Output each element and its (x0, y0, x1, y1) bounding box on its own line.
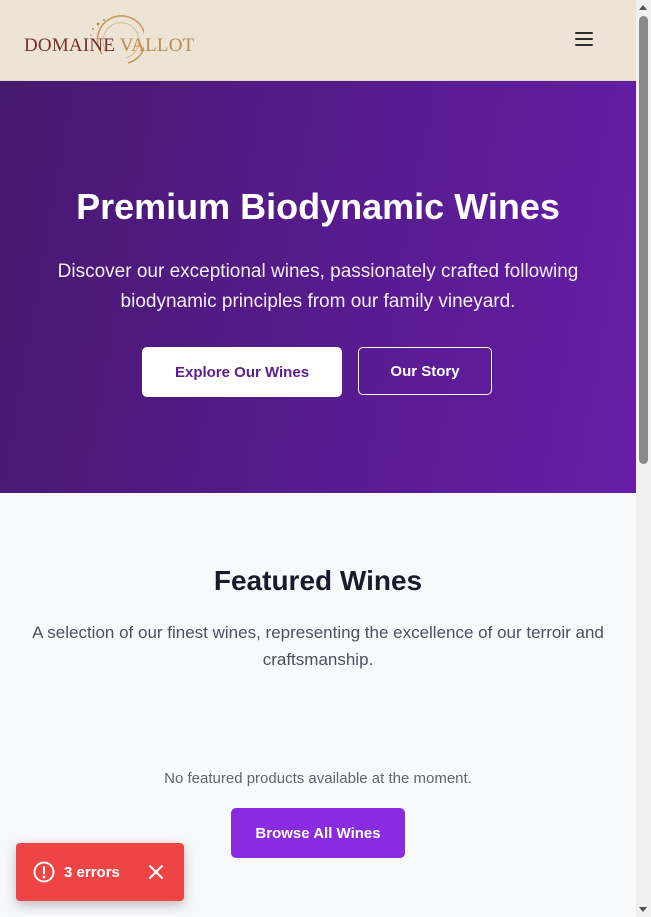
site-header: DOMAINE VALLOT (0, 0, 636, 81)
logo-word-vallot: VALLOT (119, 35, 195, 56)
hero-section: Premium Biodynamic Wines Discover our ex… (0, 81, 636, 493)
hero-subtitle: Discover our exceptional wines, passiona… (57, 261, 579, 312)
hero-title: Premium Biodynamic Wines (76, 186, 560, 227)
alert-circle-icon (33, 861, 55, 883)
hamburger-menu-icon[interactable] (570, 26, 598, 52)
featured-description: A selection of our finest wines, represe… (32, 623, 604, 669)
logo[interactable]: DOMAINE VALLOT (24, 14, 194, 68)
our-story-button[interactable]: Our Story (358, 347, 492, 395)
error-toast[interactable]: 3 errors (16, 843, 184, 901)
page: DOMAINE VALLOT Premium Biodynamic Wines … (0, 0, 636, 917)
logo-text: DOMAINE VALLOT (24, 35, 194, 57)
empty-products-message: No featured products available at the mo… (164, 770, 472, 787)
scrollbar-thumb[interactable] (639, 16, 648, 464)
scroll-up-arrow-icon[interactable] (639, 5, 647, 10)
scroll-down-arrow-icon[interactable] (639, 907, 647, 912)
vertical-scrollbar[interactable] (636, 0, 651, 917)
browse-all-wines-button[interactable]: Browse All Wines (231, 808, 405, 858)
close-icon[interactable] (148, 864, 164, 880)
error-count-label: 3 errors (64, 863, 120, 881)
logo-word-domaine: DOMAINE (24, 35, 116, 56)
explore-wines-button[interactable]: Explore Our Wines (142, 347, 342, 397)
featured-title: Featured Wines (213, 565, 423, 596)
